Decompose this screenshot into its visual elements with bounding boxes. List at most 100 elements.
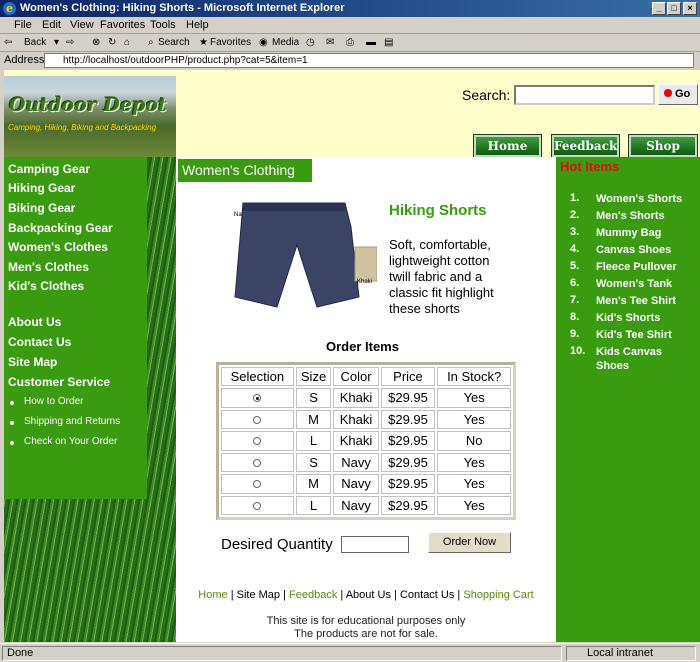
hot-item-label[interactable]: Women's Tank [596,277,696,291]
minimize-button[interactable]: _ [652,2,666,15]
hot-item[interactable]: 9. Kid's Tee Shirt [556,328,700,345]
cell-stock: Yes [437,495,511,515]
hot-items-list: 1. Women's Shorts 2. Men's Shorts 3. Mummy Ba… [556,192,700,375]
sidebar-item-biking-gear[interactable]: Biking Gear [8,201,75,215]
hot-item-label[interactable]: Mummy Bag [596,226,696,240]
close-button[interactable]: × [683,2,697,15]
cell-price: $29.95 [380,495,436,515]
sidebar-item-customer-service[interactable]: Customer Service [8,375,110,389]
mail-icon[interactable]: ✉ [326,37,334,48]
hot-item[interactable]: 7. Men's Tee Shirt [556,294,700,311]
feedback-nav-button[interactable]: Feedback [551,134,620,158]
cell-size: L [295,431,332,451]
order-now-button[interactable]: Order Now [428,532,511,553]
menu-help[interactable]: Help [186,19,209,31]
hot-item[interactable]: 5. Fleece Pullover [556,260,700,277]
print-icon[interactable]: ⎙ [346,37,354,48]
history-icon[interactable]: ◷ [306,37,315,48]
menu-view[interactable]: View [70,19,94,31]
footer-link-site-map[interactable]: Site Map [237,589,280,601]
hot-item-label[interactable]: Kid's Tee Shirt [596,328,696,342]
hot-item[interactable]: 10. Kids Canvas Shoes [556,345,700,375]
back-button[interactable]: Back [24,37,46,48]
favorites-button[interactable]: Favorites [210,37,251,48]
hot-item[interactable]: 6. Women's Tank [556,277,700,294]
shop-cart-nav-button[interactable]: Shop Cart [628,134,698,171]
sidebar-item-kids-clothes[interactable]: Kid's Clothes [8,279,84,293]
hot-item[interactable]: 8. Kid's Shorts [556,311,700,328]
sidebar-item-shipping-returns[interactable]: Shipping and Returns [24,416,120,427]
hot-item[interactable]: 1. Women's Shorts [556,192,700,209]
hot-item-number: 1. [570,192,580,204]
hot-item[interactable]: 2. Men's Shorts [556,209,700,226]
sidebar-item-camping-gear[interactable]: Camping Gear [8,162,90,176]
footer-link-feedback[interactable]: Feedback [289,589,337,601]
hot-item-label[interactable]: Men's Tee Shirt [596,294,696,308]
sidebar-item-contact-us[interactable]: Contact Us [8,335,71,349]
forward-arrow-icon[interactable]: ⇨ [66,37,74,48]
logo-tagline: Camping, Hiking, Biking and Backpacking [8,123,157,132]
footer-link-home[interactable]: Home [198,589,227,601]
refresh-icon[interactable]: ↻ [108,37,116,48]
footer-note-line2: The products are not for sale. [294,628,438,640]
home-nav-button[interactable]: Home [473,134,542,158]
selection-cell [221,452,294,472]
sidebar-item-how-to-order[interactable]: How to Order [24,396,83,407]
menu-edit[interactable]: Edit [42,19,61,31]
row-radio[interactable] [253,501,262,510]
go-button[interactable]: Go [658,84,698,105]
sidebar-item-site-map[interactable]: Site Map [8,355,57,369]
hot-item[interactable]: 4. Canvas Shoes [556,243,700,260]
status-bar: Done Local intranet [0,643,700,662]
cell-price: $29.95 [380,388,436,408]
row-radio[interactable] [253,437,262,446]
footer-link-about-us[interactable]: About Us [346,589,391,601]
sidebar-item-check-order[interactable]: Check on Your Order [24,436,117,447]
hot-item-number: 4. [570,243,580,255]
sidebar-item-hiking-gear[interactable]: Hiking Gear [8,181,75,195]
menu-tools[interactable]: Tools [150,19,176,31]
hot-item[interactable]: 3. Mummy Bag [556,226,700,243]
hot-item-label[interactable]: Women's Shorts [596,192,696,206]
footer-link-shopping-cart[interactable]: Shopping Cart [463,589,533,601]
home-icon[interactable]: ⌂ [124,37,130,48]
quantity-input[interactable] [341,536,409,553]
hot-item-label[interactable]: Kids Canvas Shoes [596,345,696,373]
hot-item-label[interactable]: Fleece Pullover [596,260,696,274]
hot-item-label[interactable]: Men's Shorts [596,209,696,223]
search-input[interactable] [514,85,655,105]
maximize-button[interactable]: □ [667,2,681,15]
folder-icon[interactable]: ▬ [366,37,376,48]
table-row: M Navy $29.95 Yes [221,474,511,494]
site-logo[interactable]: Outdoor Depot Camping, Hiking, Biking an… [4,76,176,159]
sidebar-item-womens-clothes[interactable]: Women's Clothes [8,240,108,254]
search-button[interactable]: Search [158,37,190,48]
table-header-row: Selection Size Color Price In Stock? [221,367,511,386]
row-radio[interactable] [253,415,262,424]
sidebar-item-mens-clothes[interactable]: Men's Clothes [8,260,89,274]
cell-size: S [295,388,332,408]
row-radio[interactable] [253,480,262,489]
row-radio[interactable] [253,394,262,403]
row-radio[interactable] [253,458,262,467]
menu-file[interactable]: File [14,19,32,31]
col-color: Color [333,367,379,386]
address-input[interactable]: http://localhost/outdoorPHP/product.php?… [44,53,694,68]
hot-item-label[interactable]: Canvas Shoes [596,243,696,257]
menu-favorites[interactable]: Favorites [100,19,145,31]
hot-item-label[interactable]: Kid's Shorts [596,311,696,325]
footer-link-contact-us[interactable]: Contact Us [400,589,454,601]
edit-icon[interactable]: ▤ [384,37,393,48]
ie-icon: e [3,2,16,15]
dropdown-icon[interactable]: ▾ [54,37,59,48]
stop-icon[interactable]: ⊗ [92,37,100,48]
sidebar-item-about-us[interactable]: About Us [8,315,61,329]
sidebar-item-backpacking-gear[interactable]: Backpacking Gear [8,221,113,235]
cell-color: Navy [333,452,379,472]
cell-price: $29.95 [380,431,436,451]
selection-cell [221,474,294,494]
cell-stock: Yes [437,452,511,472]
media-button[interactable]: Media [272,37,299,48]
footer-note-line1: This site is for educational purposes on… [266,615,466,627]
sidebar-nav: Camping Gear Hiking Gear Biking Gear Bac… [4,157,147,499]
